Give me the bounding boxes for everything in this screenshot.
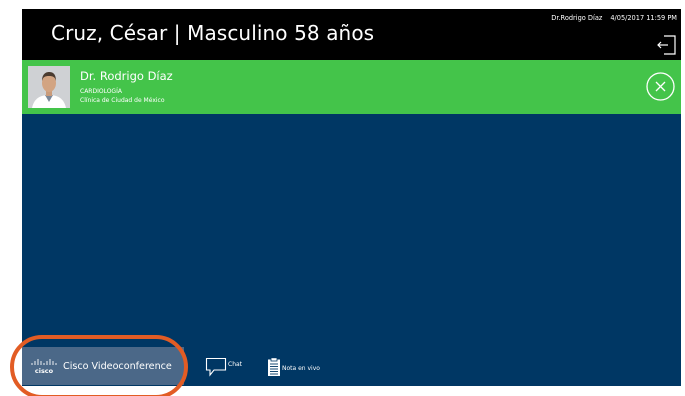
- doctor-name: Dr. Rodrigo Díaz: [80, 69, 173, 83]
- doctor-clinic: Clínica de Ciudad de México: [80, 97, 165, 104]
- video-call-screen: Cruz, César | Masculino 58 años Dr.Rodri…: [22, 9, 681, 386]
- doctor-specialty: CARDIOLOGÍA: [80, 88, 122, 95]
- cisco-videoconference-label: Cisco Videoconference: [63, 360, 172, 372]
- logout-button[interactable]: [656, 34, 678, 56]
- patient-header: Cruz, César | Masculino 58 años Dr.Rodri…: [22, 9, 681, 60]
- chat-button[interactable]: Chat: [205, 357, 242, 377]
- user-name: Dr.Rodrigo Díaz: [551, 14, 603, 22]
- cisco-logo-text: cisco: [35, 367, 54, 375]
- close-circle-icon: [646, 72, 675, 101]
- patient-title: Cruz, César | Masculino 58 años: [51, 21, 375, 45]
- cisco-videoconference-button[interactable]: cisco Cisco Videoconference: [22, 347, 184, 385]
- live-note-label: Nota en vivo: [282, 364, 320, 372]
- clipboard-icon: [268, 357, 280, 376]
- logout-icon: [657, 35, 676, 55]
- cisco-logo-icon: cisco: [31, 359, 57, 375]
- doctor-avatar: [28, 66, 70, 108]
- chat-label: Chat: [228, 360, 243, 368]
- session-datetime: 4/05/2017 11:59 PM: [610, 14, 677, 22]
- end-call-button[interactable]: [646, 72, 675, 101]
- live-note-button[interactable]: Nota en vivo: [267, 357, 320, 377]
- session-meta: Dr.Rodrigo Díaz 4/05/2017 11:59 PM: [551, 14, 677, 22]
- doctor-bar: Dr. Rodrigo Díaz CARDIOLOGÍA Clínica de …: [22, 60, 681, 114]
- chat-icon: [205, 357, 227, 377]
